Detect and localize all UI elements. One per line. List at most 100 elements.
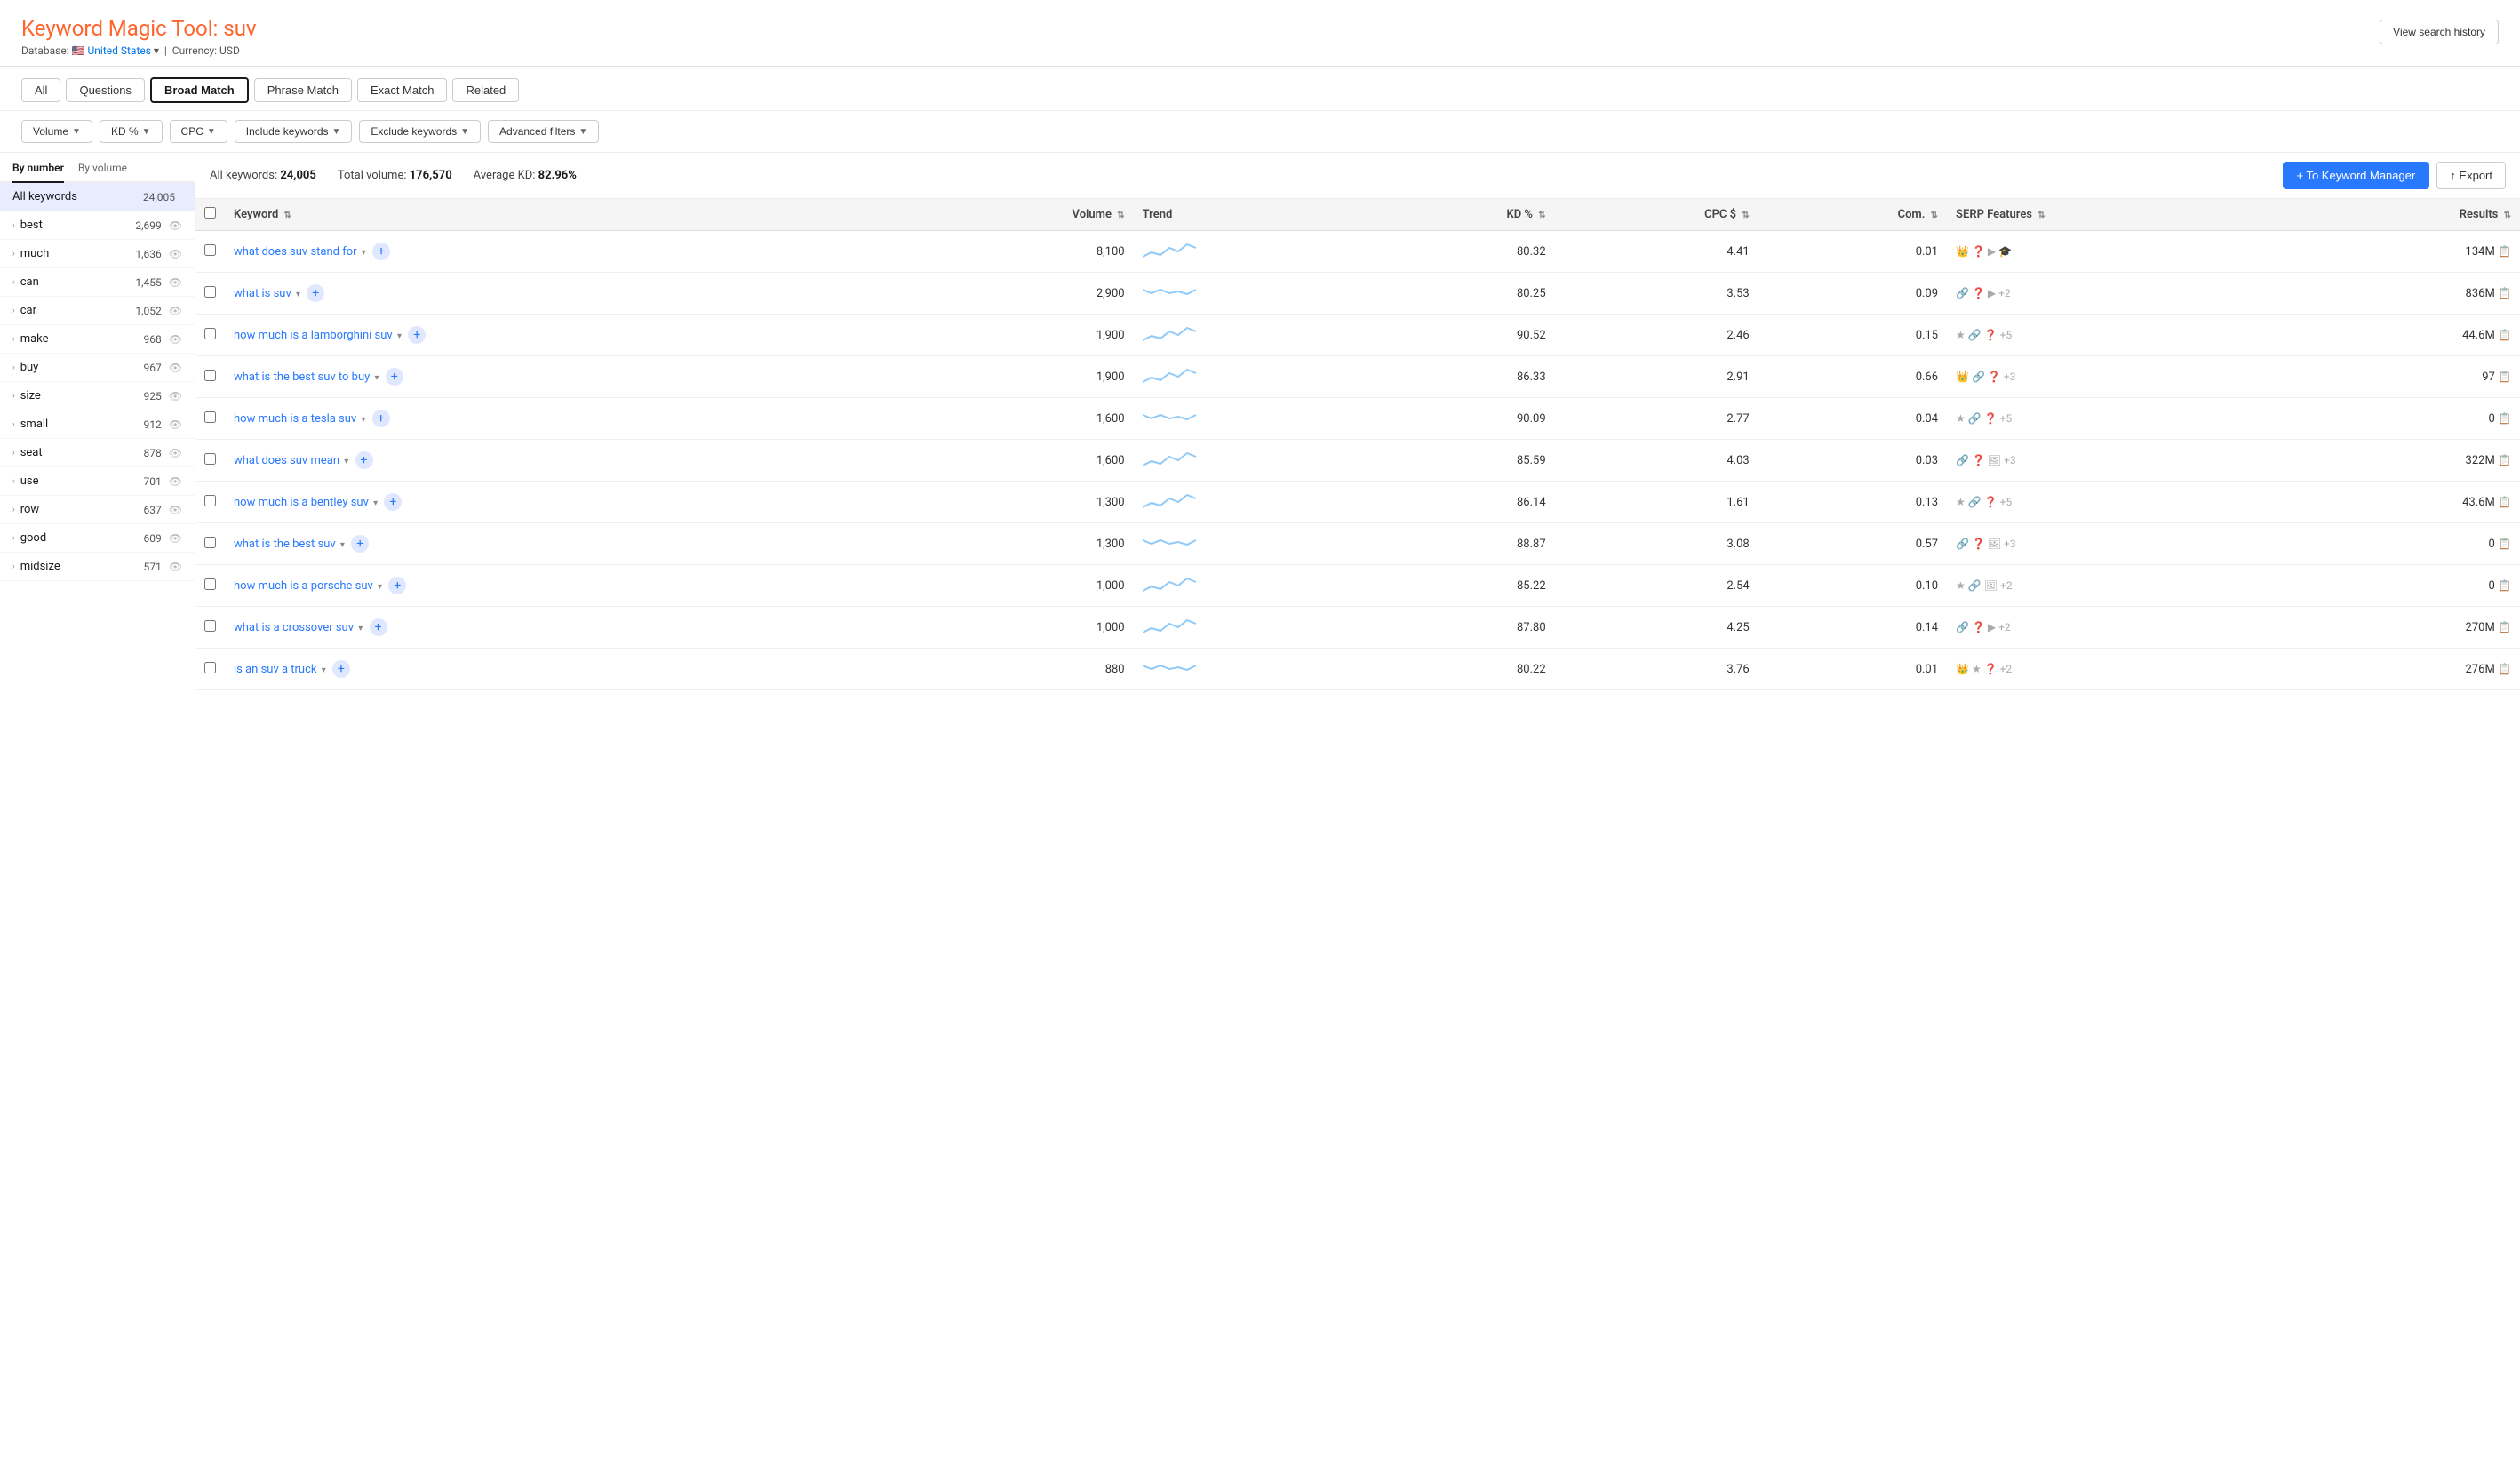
- stats-bar: All keywords: 24,005 Total volume: 176,5…: [195, 153, 2520, 199]
- add-keyword-button[interactable]: +: [372, 410, 390, 427]
- sidebar-item-good[interactable]: › good 609 👁: [0, 524, 195, 553]
- tab-broad-match[interactable]: Broad Match: [150, 77, 249, 103]
- filter-include-keywords[interactable]: Include keywords ▼: [235, 120, 353, 143]
- keyword-link[interactable]: how much is a bentley suv: [234, 496, 369, 509]
- dropdown-arrow-icon[interactable]: ▾: [397, 331, 402, 341]
- add-keyword-button[interactable]: +: [351, 535, 369, 553]
- sidebar-item-much[interactable]: › much 1,636 👁: [0, 240, 195, 268]
- keyword-link[interactable]: what does suv mean: [234, 454, 339, 467]
- row-checkbox-cell: [195, 565, 225, 607]
- export-button[interactable]: ↑ Export: [2436, 162, 2506, 189]
- sidebar-count: 1,455: [135, 276, 161, 289]
- keyword-link[interactable]: what is the best suv: [234, 538, 336, 551]
- dropdown-arrow-icon[interactable]: ▾: [296, 290, 300, 299]
- row-checkbox[interactable]: [204, 286, 216, 298]
- eye-icon[interactable]: 👁: [169, 447, 182, 459]
- row-checkbox[interactable]: [204, 453, 216, 465]
- add-keyword-button[interactable]: +: [355, 451, 373, 469]
- keyword-link[interactable]: what does suv stand for: [234, 245, 357, 259]
- filter-kd[interactable]: KD % ▼: [100, 120, 163, 143]
- eye-icon[interactable]: 👁: [169, 475, 182, 488]
- sort-by-number[interactable]: By number: [12, 162, 64, 183]
- eye-icon[interactable]: 👁: [169, 248, 182, 260]
- keyword-link[interactable]: how much is a lamborghini suv: [234, 329, 393, 342]
- eye-icon[interactable]: 👁: [169, 219, 182, 232]
- row-checkbox[interactable]: [204, 370, 216, 381]
- dropdown-arrow-icon[interactable]: ▾: [375, 373, 379, 383]
- add-keyword-button[interactable]: +: [370, 618, 387, 636]
- keyword-link[interactable]: what is the best suv to buy: [234, 370, 370, 384]
- sidebar-item-best[interactable]: › best 2,699 👁: [0, 211, 195, 240]
- sidebar-item-can[interactable]: › can 1,455 👁: [0, 268, 195, 297]
- sort-by-volume[interactable]: By volume: [78, 162, 127, 181]
- tab-phrase-match[interactable]: Phrase Match: [254, 78, 352, 102]
- select-all-checkbox[interactable]: [204, 207, 216, 219]
- dropdown-arrow-icon[interactable]: ▾: [340, 540, 345, 550]
- dropdown-arrow-icon[interactable]: ▾: [378, 582, 382, 592]
- dropdown-arrow-icon[interactable]: ▾: [358, 624, 363, 633]
- eye-icon[interactable]: 👁: [169, 504, 182, 516]
- keyword-link[interactable]: what is suv: [234, 287, 291, 300]
- dropdown-arrow-icon[interactable]: ▾: [361, 415, 365, 425]
- eye-icon[interactable]: 👁: [169, 362, 182, 374]
- row-checkbox[interactable]: [204, 328, 216, 339]
- sidebar-item-car[interactable]: › car 1,052 👁: [0, 297, 195, 325]
- row-kd: 85.22: [1370, 565, 1555, 607]
- sidebar-item-size[interactable]: › size 925 👁: [0, 382, 195, 410]
- tab-questions[interactable]: Questions: [66, 78, 145, 102]
- row-checkbox[interactable]: [204, 620, 216, 632]
- row-kd: 80.25: [1370, 273, 1555, 315]
- row-checkbox[interactable]: [204, 578, 216, 590]
- filter-exclude-keywords[interactable]: Exclude keywords ▼: [359, 120, 481, 143]
- dropdown-arrow-icon[interactable]: ▾: [362, 248, 366, 258]
- sidebar-item-use[interactable]: › use 701 👁: [0, 467, 195, 496]
- add-keyword-button[interactable]: +: [388, 577, 406, 594]
- add-keyword-button[interactable]: +: [386, 368, 403, 386]
- sidebar-item-seat[interactable]: › seat 878 👁: [0, 439, 195, 467]
- tab-exact-match[interactable]: Exact Match: [357, 78, 448, 102]
- add-keyword-button[interactable]: +: [372, 243, 390, 260]
- filter-cpc[interactable]: CPC ▼: [170, 120, 227, 143]
- keyword-link[interactable]: what is a crossover suv: [234, 621, 354, 634]
- row-checkbox[interactable]: [204, 495, 216, 506]
- eye-icon[interactable]: 👁: [169, 532, 182, 545]
- sidebar-item-all-keywords[interactable]: All keywords 24,005: [0, 183, 195, 211]
- row-results: 0 📋: [2294, 565, 2520, 607]
- sidebar-item-make[interactable]: › make 968 👁: [0, 325, 195, 354]
- tab-related[interactable]: Related: [452, 78, 519, 102]
- row-checkbox-cell: [195, 315, 225, 356]
- eye-icon[interactable]: 👁: [169, 418, 182, 431]
- database-link[interactable]: United States: [88, 44, 151, 57]
- row-checkbox[interactable]: [204, 537, 216, 548]
- row-checkbox[interactable]: [204, 662, 216, 673]
- col-volume: Volume ⇅: [905, 199, 1133, 231]
- eye-icon[interactable]: 👁: [169, 333, 182, 346]
- row-checkbox[interactable]: [204, 411, 216, 423]
- add-keyword-button[interactable]: +: [408, 326, 426, 344]
- eye-icon[interactable]: 👁: [169, 390, 182, 402]
- sidebar-item-small[interactable]: › small 912 👁: [0, 410, 195, 439]
- dropdown-arrow-icon[interactable]: ▾: [344, 457, 348, 466]
- eye-icon[interactable]: 👁: [169, 561, 182, 573]
- tab-all[interactable]: All: [21, 78, 60, 102]
- chevron-icon: ›: [12, 335, 15, 344]
- keyword-link[interactable]: how much is a porsche suv: [234, 579, 373, 593]
- row-checkbox[interactable]: [204, 244, 216, 256]
- eye-icon[interactable]: 👁: [169, 276, 182, 289]
- filter-advanced[interactable]: Advanced filters ▼: [488, 120, 599, 143]
- keyword-link[interactable]: is an suv a truck: [234, 663, 316, 676]
- filter-volume[interactable]: Volume ▼: [21, 120, 92, 143]
- add-keyword-button[interactable]: +: [307, 284, 324, 302]
- sidebar-item-row[interactable]: › row 637 👁: [0, 496, 195, 524]
- keyword-link[interactable]: how much is a tesla suv: [234, 412, 356, 426]
- add-keyword-button[interactable]: +: [332, 660, 350, 678]
- sidebar-count: 609: [144, 532, 162, 545]
- dropdown-arrow-icon[interactable]: ▾: [322, 665, 326, 675]
- view-history-button[interactable]: View search history: [2380, 20, 2499, 44]
- eye-icon[interactable]: 👁: [169, 305, 182, 317]
- sidebar-item-buy[interactable]: › buy 967 👁: [0, 354, 195, 382]
- sidebar-item-midsize[interactable]: › midsize 571 👁: [0, 553, 195, 581]
- keyword-manager-button[interactable]: + To Keyword Manager: [2283, 162, 2430, 189]
- dropdown-arrow-icon[interactable]: ▾: [373, 498, 378, 508]
- add-keyword-button[interactable]: +: [384, 493, 402, 511]
